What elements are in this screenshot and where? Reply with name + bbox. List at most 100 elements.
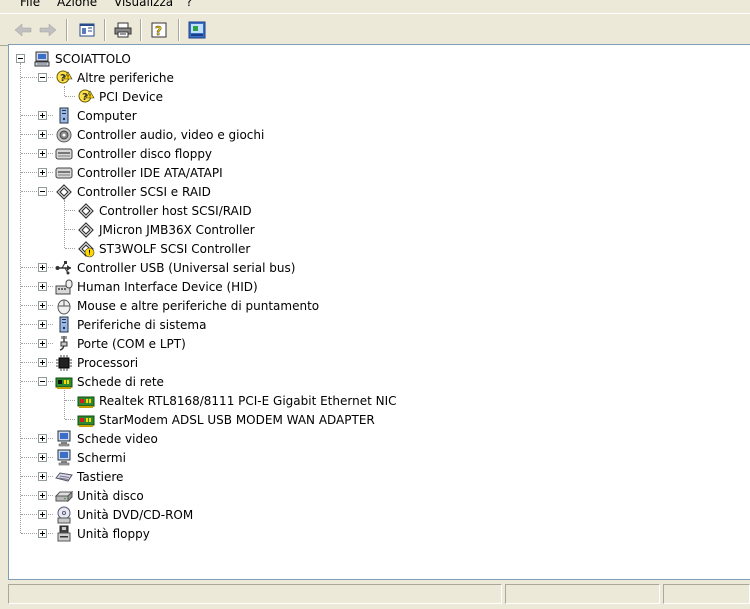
node-expander[interactable] xyxy=(38,472,47,481)
tree-connector xyxy=(21,362,37,363)
toolbar-separator xyxy=(140,19,142,41)
tree-node-label: Controller SCSI e RAID xyxy=(77,184,211,199)
node-expander[interactable] xyxy=(38,187,47,196)
console-tree-button[interactable] xyxy=(76,19,98,41)
floppy-drive-icon xyxy=(57,525,71,541)
tree-category-item[interactable]: Unità disco xyxy=(55,486,144,505)
monitor-icon xyxy=(57,449,71,465)
tree-node-label: Tastiere xyxy=(77,469,124,484)
tree-category-item[interactable]: Unità DVD/CD-ROM xyxy=(55,505,193,524)
network-card-icon xyxy=(55,377,73,389)
node-expander[interactable] xyxy=(38,282,47,291)
node-expander[interactable] xyxy=(38,529,47,538)
tree-category-item[interactable]: Schede di rete xyxy=(55,372,164,391)
tree-node-label: Realtek RTL8168/8111 PCI-E Gigabit Ether… xyxy=(99,393,397,408)
tree-node-label: Controller disco floppy xyxy=(77,146,213,161)
tree-node-label: Periferiche di sistema xyxy=(77,317,207,332)
display-adapter-icon xyxy=(57,430,71,446)
menu-help[interactable]: ? xyxy=(186,0,192,9)
tree-device-item[interactable]: Controller host SCSI/RAID xyxy=(77,201,252,220)
tree-connector xyxy=(64,86,65,96)
node-expander[interactable] xyxy=(38,434,47,443)
menu-view[interactable]: Visualizza xyxy=(114,0,173,9)
tree-connector xyxy=(21,115,37,116)
processor-icon xyxy=(56,354,72,371)
menu-file[interactable]: File xyxy=(20,0,40,9)
menu-action[interactable]: Azione xyxy=(57,0,97,9)
forward-arrow-icon xyxy=(39,23,57,37)
tree-category-item[interactable]: Porte (COM e LPT) xyxy=(55,334,186,353)
tree-node-label: StarModem ADSL USB MODEM WAN ADAPTER xyxy=(99,412,375,427)
tree-category-item[interactable]: Controller disco floppy xyxy=(55,144,212,163)
print-button[interactable] xyxy=(112,19,134,41)
node-expander[interactable] xyxy=(38,510,47,519)
node-expander[interactable] xyxy=(38,149,47,158)
node-expander[interactable] xyxy=(38,453,47,462)
tree-connector xyxy=(21,324,37,325)
node-expander[interactable] xyxy=(38,358,47,367)
toolbar-separator xyxy=(104,19,106,41)
tree-connector xyxy=(21,457,37,458)
node-expander[interactable] xyxy=(38,301,47,310)
tree-category-item[interactable]: Human Interface Device (HID) xyxy=(55,277,258,296)
tree-connector xyxy=(64,200,65,248)
node-expander[interactable] xyxy=(38,168,47,177)
tree-device-item[interactable]: Realtek RTL8168/8111 PCI-E Gigabit Ether… xyxy=(77,391,397,410)
tree-category-item[interactable]: Mouse e altre periferiche di puntamento xyxy=(55,296,319,315)
printer-icon xyxy=(114,22,132,38)
tree-category-item[interactable]: Tastiere xyxy=(55,467,123,486)
disk-drive-icon xyxy=(55,490,73,502)
tree-category-item[interactable]: Computer xyxy=(55,106,137,125)
node-expander[interactable] xyxy=(38,320,47,329)
node-expander[interactable] xyxy=(38,377,47,386)
tree-node-label: Controller audio, video e giochi xyxy=(77,127,265,142)
tree-category-item[interactable]: Processori xyxy=(55,353,138,372)
help-button[interactable]: ? xyxy=(148,19,170,41)
port-icon xyxy=(59,335,68,351)
tree-category-item[interactable]: Schermi xyxy=(55,448,126,467)
node-expander[interactable] xyxy=(38,263,47,272)
forward-button[interactable] xyxy=(37,19,59,41)
tree-device-item[interactable]: ST3WOLF SCSI Controller xyxy=(77,239,250,258)
toolbar: ? xyxy=(0,13,750,46)
tree-category-item[interactable]: Controller audio, video e giochi xyxy=(55,125,264,144)
tree-category-item[interactable]: Controller IDE ATA/ATAPI xyxy=(55,163,223,182)
device-tree[interactable]: SCOIATTOLO ? Altre periferiche? PCI Device… xyxy=(8,44,750,580)
tree-category-item[interactable]: Controller USB (Universal serial bus) xyxy=(55,258,295,277)
tree-category-item[interactable]: ? Altre periferiche xyxy=(55,68,174,87)
tree-root-label: SCOIATTOLO xyxy=(55,51,131,66)
toolbar-separator xyxy=(178,19,180,41)
node-expander[interactable] xyxy=(38,111,47,120)
tree-connector xyxy=(21,343,37,344)
tree-connector xyxy=(21,381,37,382)
root-expander[interactable] xyxy=(16,54,25,63)
tree-connector xyxy=(21,172,37,173)
tree-device-item[interactable]: StarModem ADSL USB MODEM WAN ADAPTER xyxy=(77,410,375,429)
node-expander[interactable] xyxy=(38,130,47,139)
tree-category-item[interactable]: Periferiche di sistema xyxy=(55,315,206,334)
tree-connector xyxy=(21,305,37,306)
tree-device-item[interactable]: ? PCI Device xyxy=(77,87,163,106)
scsi-icon xyxy=(78,202,94,219)
tree-connector xyxy=(65,400,75,401)
back-button[interactable] xyxy=(12,19,34,41)
node-expander[interactable] xyxy=(38,339,47,348)
tree-node-label: Altre periferiche xyxy=(77,70,174,85)
tree-device-item[interactable]: JMicron JMB36X Controller xyxy=(77,220,255,239)
computer-root-icon xyxy=(34,51,50,66)
tree-root[interactable]: SCOIATTOLO xyxy=(33,49,131,68)
tree-category-item[interactable]: Schede video xyxy=(55,429,158,448)
tree-category-item[interactable]: Controller SCSI e RAID xyxy=(55,182,211,201)
tree-category-item[interactable]: Unità floppy xyxy=(55,524,150,543)
keyboard-icon xyxy=(55,471,73,482)
node-expander[interactable] xyxy=(38,73,47,82)
node-expander[interactable] xyxy=(38,491,47,500)
scsi-icon xyxy=(56,183,72,200)
tree-connector xyxy=(21,438,37,439)
usb-icon xyxy=(55,260,71,274)
tree-connector xyxy=(21,77,37,78)
properties-button[interactable] xyxy=(186,19,208,41)
tree-connector xyxy=(21,267,37,268)
help-icon: ? xyxy=(151,22,167,38)
tree-connector xyxy=(65,96,75,97)
